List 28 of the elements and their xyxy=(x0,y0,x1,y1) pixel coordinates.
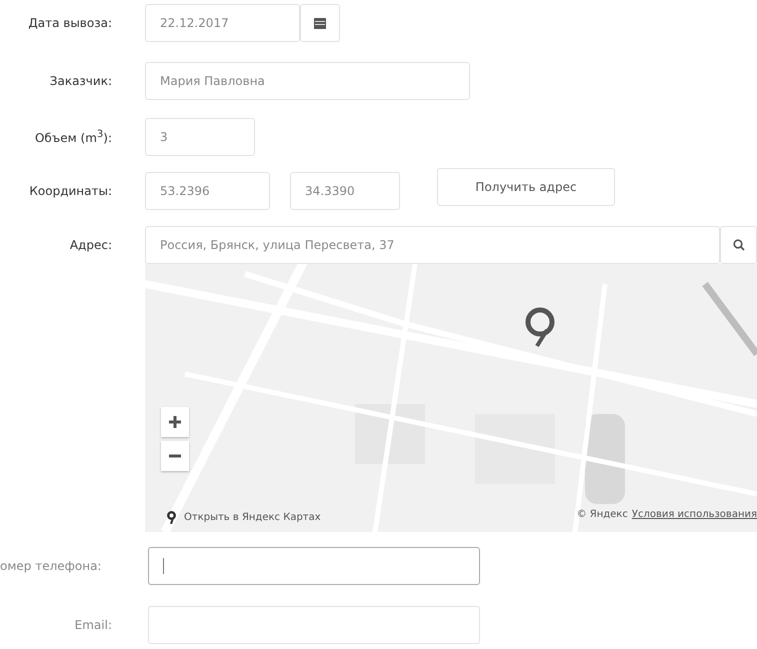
volume-field[interactable]: 3 xyxy=(145,118,255,156)
field-label: Дата вывоза: xyxy=(27,16,112,30)
calendar-button[interactable] xyxy=(300,4,340,42)
get-address-button[interactable]: Получить адрес xyxy=(437,168,615,206)
customer-field[interactable]: Мария Павловна xyxy=(145,62,470,100)
field-label: Адрес: xyxy=(68,238,112,252)
terms-link[interactable]: Условия использования xyxy=(632,509,757,520)
open-in-maps-link[interactable]: Открыть в Яндекс Картах xyxy=(184,512,321,523)
field-label: Координаты: xyxy=(28,184,112,198)
longitude-field[interactable]: 34.3390 xyxy=(290,172,400,210)
latitude-field[interactable]: 53.2396 xyxy=(145,172,270,210)
pin-icon xyxy=(167,511,176,524)
field-label: Объем (m$^{3}$): xyxy=(34,129,112,145)
phone-field[interactable] xyxy=(148,547,480,585)
plus-icon xyxy=(169,416,181,428)
zoom-in-button[interactable] xyxy=(161,407,189,437)
calendar-icon xyxy=(314,17,326,29)
zoom-out-button[interactable] xyxy=(161,441,189,471)
field-label: Email: xyxy=(74,618,112,632)
email-field[interactable] xyxy=(148,606,480,644)
search-button[interactable] xyxy=(720,226,757,264)
search-icon xyxy=(732,239,744,251)
address-field[interactable]: Россия, Брянск, улица Пересвета, 37 xyxy=(145,226,720,264)
minus-icon xyxy=(169,454,181,458)
field-label: омер телефона: xyxy=(0,559,102,573)
field-label: Заказчик: xyxy=(48,74,112,88)
copyright-text: © Яндекс xyxy=(576,509,628,520)
date-field[interactable]: 22.12.2017 xyxy=(145,4,300,42)
